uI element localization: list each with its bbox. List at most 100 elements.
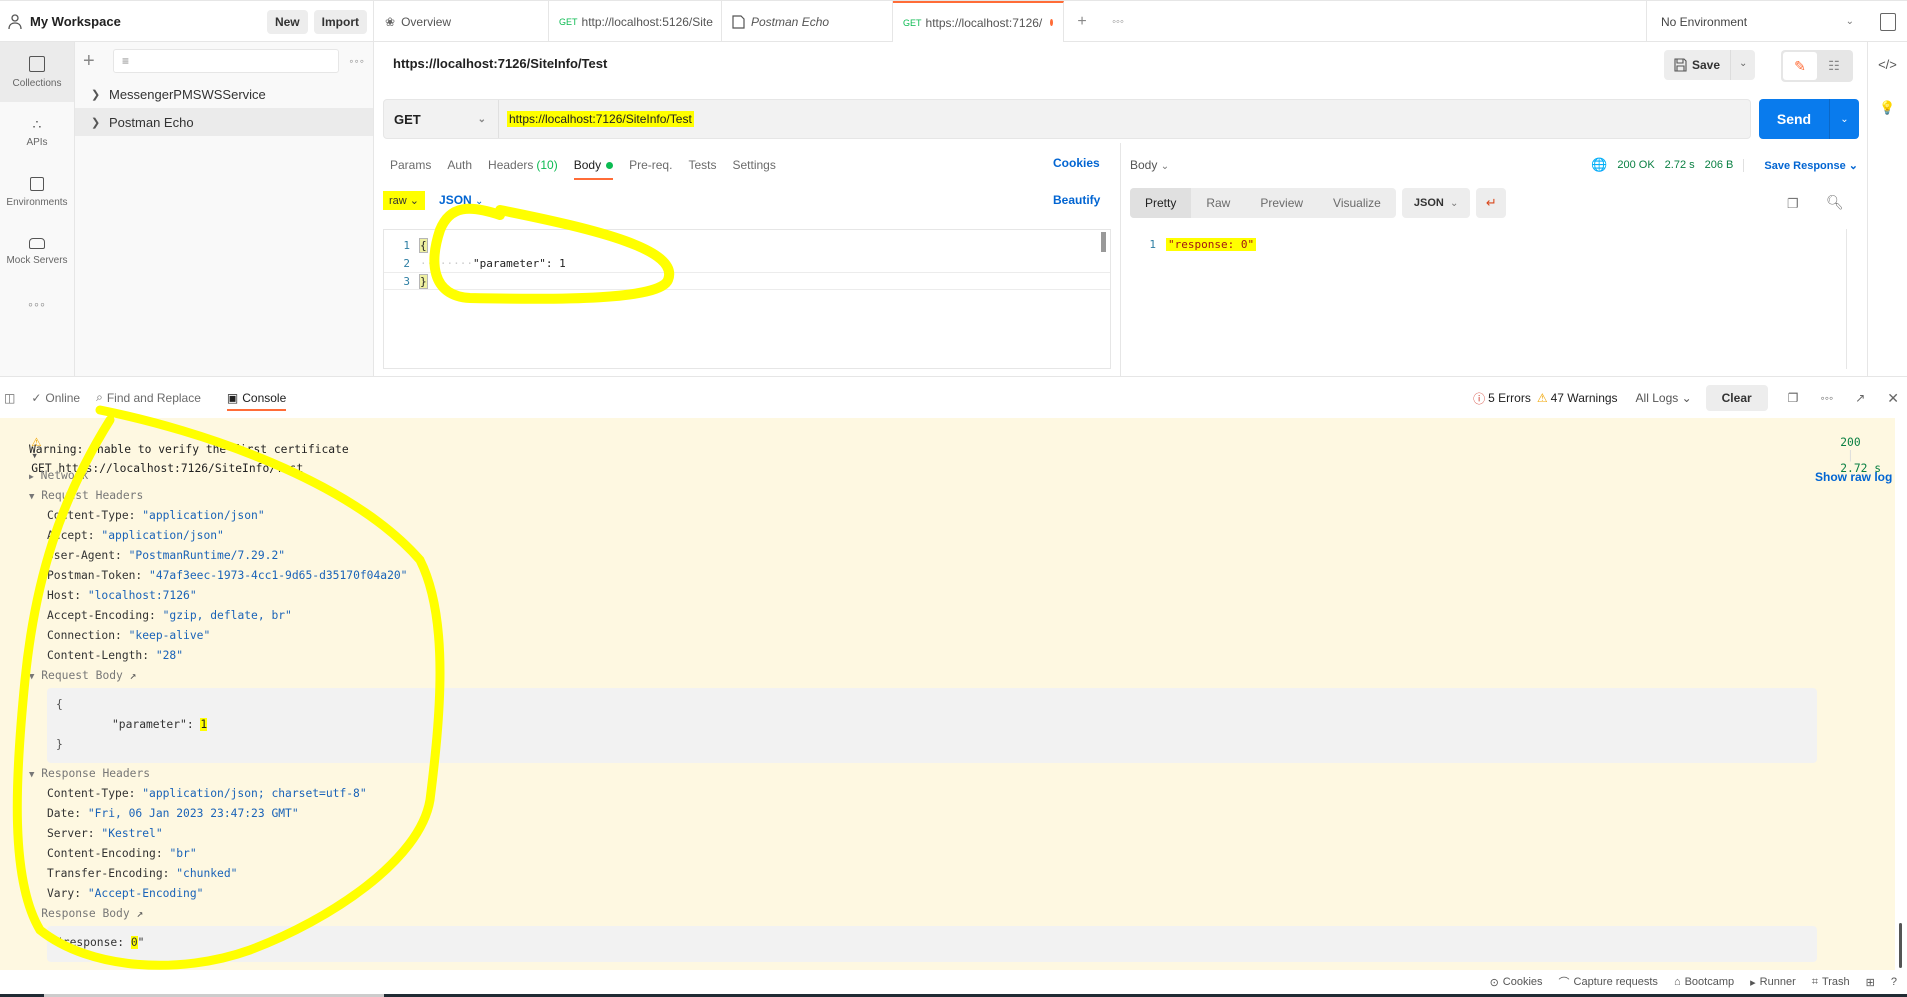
status-code[interactable]: 200 OK bbox=[1617, 159, 1654, 171]
workspace-title[interactable]: My Workspace bbox=[30, 14, 267, 29]
wrap-lines-button[interactable]: ↵ bbox=[1476, 188, 1507, 218]
statusbar-cookies[interactable]: ⊙ Cookies bbox=[1490, 976, 1543, 989]
open-external-icon[interactable]: ↗ bbox=[136, 907, 143, 920]
add-collection-button[interactable]: + bbox=[83, 50, 107, 73]
toggle-sidebar-button[interactable]: ◫ bbox=[4, 377, 15, 419]
environment-quicklook-icon[interactable] bbox=[1880, 13, 1896, 31]
response-body-section[interactable]: ▼ Response Body ↗ bbox=[29, 907, 143, 920]
edit-mode-button[interactable]: ✎ bbox=[1783, 52, 1817, 80]
more-icon[interactable]: ◦◦◦ bbox=[1820, 391, 1833, 405]
tab-auth[interactable]: Auth bbox=[447, 150, 472, 180]
two-pane-icon[interactable]: ⊞ bbox=[1866, 976, 1875, 989]
editor-scrollbar[interactable] bbox=[1101, 232, 1106, 252]
open-external-icon[interactable]: ↗ bbox=[130, 669, 137, 682]
tab-params[interactable]: Params bbox=[390, 150, 431, 180]
method-select[interactable]: GET ⌄ bbox=[384, 100, 499, 138]
log-filter-select[interactable]: All Logs ⌄ bbox=[1636, 391, 1692, 405]
request-body-editor[interactable]: 1 { 2 ········ "parameter" : 1 3 } bbox=[383, 229, 1111, 369]
copy-icon[interactable]: ❐ bbox=[1787, 196, 1799, 212]
response-stats: 🌐 200 OK 2.72 s 206 B Save Response ⌄ bbox=[1581, 157, 1858, 173]
copy-icon[interactable]: ❐ bbox=[1788, 391, 1799, 405]
url-input[interactable]: https://localhost:7126/SiteInfo/Test bbox=[507, 111, 694, 127]
rail-label: Mock Servers bbox=[6, 255, 68, 266]
request-body-section[interactable]: ▼ Request Body ↗ bbox=[29, 669, 136, 682]
tab-postman-echo[interactable]: Postman Echo bbox=[722, 1, 893, 42]
save-response-button[interactable]: Save Response ⌄ bbox=[1743, 158, 1858, 172]
save-button[interactable]: Save bbox=[1664, 50, 1731, 80]
header-row: Accept-Encoding: "gzip, deflate, br" bbox=[47, 609, 292, 622]
tab-body[interactable]: Body bbox=[573, 150, 614, 180]
scrollbar-thumb[interactable] bbox=[1899, 923, 1902, 968]
response-headers-section[interactable]: ▼ Response Headers bbox=[29, 767, 150, 780]
lightbulb-icon[interactable]: 💡 bbox=[1868, 86, 1907, 130]
import-button[interactable]: Import bbox=[313, 9, 367, 34]
new-tab-button[interactable]: + bbox=[1064, 1, 1100, 42]
online-status[interactable]: ✓ Online bbox=[31, 377, 80, 419]
tab-headers[interactable]: Headers (10) bbox=[488, 150, 558, 180]
response-time[interactable]: 2.72 s bbox=[1665, 159, 1695, 171]
collection-item[interactable]: ❯ MessengerPMSWSService bbox=[75, 80, 373, 108]
warnings-count[interactable]: ⚠ 47 Warnings bbox=[1537, 391, 1618, 405]
close-icon[interactable]: ✕ bbox=[1887, 390, 1899, 407]
apis-icon: ∴ bbox=[32, 116, 42, 132]
beautify-button[interactable]: Beautify bbox=[1053, 193, 1100, 207]
send-options-button[interactable]: ⌄ bbox=[1829, 99, 1859, 139]
code-icon[interactable]: </> bbox=[1868, 42, 1907, 86]
view-tab-preview[interactable]: Preview bbox=[1245, 188, 1318, 218]
console-scrollbar[interactable] bbox=[1895, 418, 1907, 970]
rail-environments[interactable]: Environments bbox=[0, 162, 74, 222]
cookies-link[interactable]: Cookies bbox=[1053, 156, 1100, 170]
body-format-select[interactable]: JSON ⌄ bbox=[439, 193, 483, 207]
statusbar-capture[interactable]: ⌒ Capture requests bbox=[1559, 974, 1658, 990]
rail-apis[interactable]: ∴ APIs bbox=[0, 102, 74, 162]
sidebar-filter-input[interactable]: ≡ bbox=[113, 49, 340, 73]
network-section[interactable]: ▶ Network bbox=[29, 469, 88, 482]
sidebar-more-button[interactable]: ◦◦◦ bbox=[349, 54, 365, 68]
pop-out-icon[interactable]: ↗ bbox=[1855, 391, 1865, 405]
help-icon[interactable]: ? bbox=[1891, 976, 1897, 988]
tab-get-5126[interactable]: GET http://localhost:5126/Site bbox=[549, 1, 722, 42]
save-options-button[interactable]: ⌄ bbox=[1730, 50, 1756, 80]
tab-prereq[interactable]: Pre-req. bbox=[629, 150, 672, 180]
view-tab-raw[interactable]: Raw bbox=[1191, 188, 1245, 218]
response-size[interactable]: 206 B bbox=[1705, 159, 1734, 171]
header-key: Host: bbox=[47, 589, 88, 602]
show-raw-log-link[interactable]: Show raw log bbox=[1815, 470, 1892, 484]
new-button[interactable]: New bbox=[266, 9, 308, 34]
statusbar-runner[interactable]: ▸ Runner bbox=[1750, 976, 1796, 989]
rail-collections[interactable]: Collections bbox=[0, 42, 74, 102]
rail-more-button[interactable]: ◦◦◦ bbox=[0, 282, 74, 312]
response-body-viewer[interactable]: 1 "response: 0" bbox=[1130, 229, 1850, 369]
request-headers-section[interactable]: ▼ Request Headers bbox=[29, 489, 143, 502]
view-tab-pretty[interactable]: Pretty bbox=[1130, 188, 1192, 218]
request-title[interactable]: https://localhost:7126/SiteInfo/Test bbox=[393, 56, 607, 71]
rail-mock-servers[interactable]: Mock Servers bbox=[0, 222, 74, 282]
tab-overflow-button[interactable]: ◦◦◦ bbox=[1100, 1, 1136, 42]
statusbar-bootcamp[interactable]: ⌂ Bootcamp bbox=[1674, 976, 1734, 988]
find-replace-button[interactable]: ⌕ Find and Replace bbox=[96, 377, 201, 419]
collection-item[interactable]: ❯ Postman Echo bbox=[75, 108, 373, 136]
tab-label: Headers bbox=[488, 158, 534, 172]
tab-overview[interactable]: ❀ Overview bbox=[375, 1, 549, 42]
search-icon[interactable]: 🔍︎ bbox=[1826, 194, 1844, 211]
tab-tests[interactable]: Tests bbox=[688, 150, 716, 180]
body-mode-select[interactable]: raw ⌄ bbox=[383, 190, 426, 210]
clear-button[interactable]: Clear bbox=[1705, 385, 1768, 411]
send-button[interactable]: Send bbox=[1759, 99, 1829, 139]
docs-mode-button[interactable]: ☷ bbox=[1817, 58, 1851, 74]
environment-selector[interactable]: No Environment ⌄ bbox=[1646, 1, 1868, 42]
view-tab-visualize[interactable]: Visualize bbox=[1318, 188, 1396, 218]
chevron-down-icon: ⌄ bbox=[1845, 16, 1854, 27]
tab-settings[interactable]: Settings bbox=[732, 150, 775, 180]
statusbar-trash[interactable]: ⌗ Trash bbox=[1812, 976, 1850, 989]
header-key: Accept-Encoding: bbox=[47, 609, 163, 622]
tab-get-7126[interactable]: GET https://localhost:7126/ bbox=[893, 1, 1064, 42]
response-scrollbar[interactable] bbox=[1846, 229, 1847, 369]
console-tab[interactable]: ▣ Console bbox=[226, 377, 287, 419]
pane-divider[interactable] bbox=[1120, 143, 1121, 376]
header-value: "br" bbox=[169, 847, 197, 860]
response-format-select[interactable]: JSON ⌄ bbox=[1401, 188, 1471, 218]
errors-count[interactable]: ⓘ 5 Errors bbox=[1473, 390, 1531, 407]
response-section-select[interactable]: Body ⌄ bbox=[1130, 158, 1169, 172]
globe-warning-icon[interactable]: 🌐 bbox=[1591, 157, 1607, 173]
